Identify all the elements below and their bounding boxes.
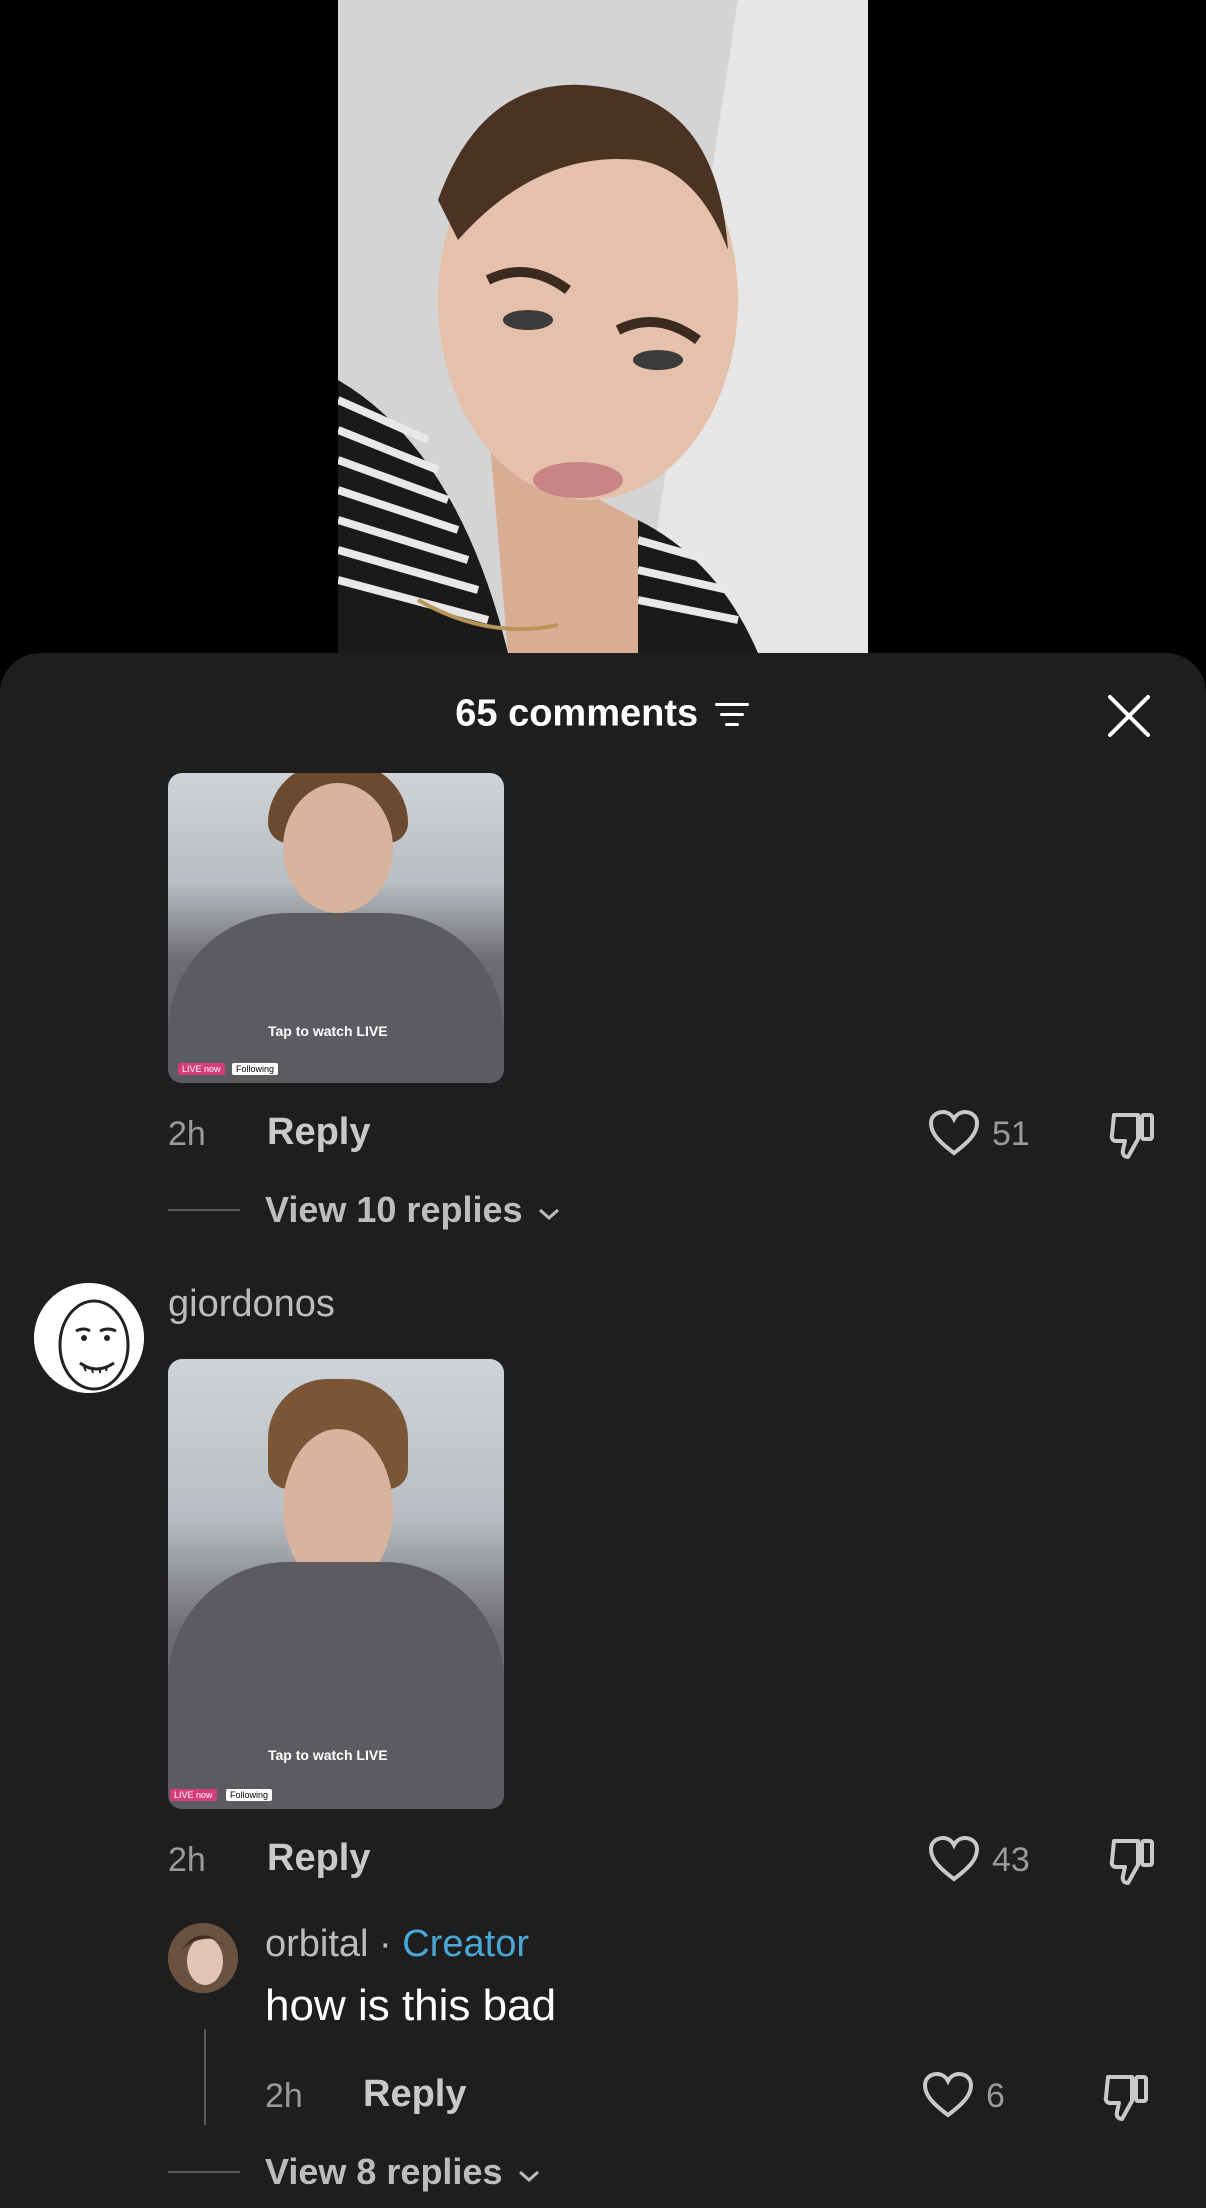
dislike-icon[interactable] [1102, 2071, 1152, 2128]
replies-divider-line [168, 1209, 240, 1211]
view-replies-button[interactable]: View 10 replies [265, 1189, 561, 1231]
reply-button[interactable]: Reply [267, 1837, 370, 1880]
live-now-badge: LIVE now [178, 1063, 225, 1075]
thread-line [204, 2029, 206, 2125]
reply-username-row: orbital · Creator [265, 1923, 529, 1966]
video-preview[interactable] [338, 0, 868, 653]
heart-icon[interactable] [922, 2071, 974, 2124]
like-count: 43 [992, 1841, 1030, 1879]
heart-icon[interactable] [928, 1835, 980, 1888]
dislike-icon[interactable] [1108, 1835, 1158, 1892]
following-badge: Following [226, 1789, 273, 1801]
comment-live-thumbnail[interactable]: Tap to watch LIVE LIVE now Following [168, 773, 504, 1083]
reply-username[interactable]: orbital [265, 1923, 369, 1965]
creator-badge: Creator [402, 1923, 529, 1965]
thumbnail-shirt [168, 912, 504, 1083]
tap-to-watch-live-text: Tap to watch LIVE [268, 1747, 388, 1763]
view-replies-label: View 10 replies [265, 1189, 523, 1230]
video-frame-image [338, 0, 868, 653]
username-separator: · [368, 1923, 403, 1965]
comments-header: 65 comments [0, 653, 1206, 773]
chevron-down-icon [538, 1208, 559, 1221]
chevron-down-icon [518, 2170, 539, 2183]
comments-count-title: 65 comments [455, 692, 699, 735]
close-icon[interactable] [1106, 693, 1152, 739]
reply-button[interactable]: Reply [267, 1111, 370, 1154]
reply-text: how is this bad [265, 1981, 557, 2030]
like-count: 51 [992, 1115, 1030, 1153]
dislike-icon[interactable] [1108, 1109, 1158, 1166]
replies-divider-line [168, 2171, 240, 2173]
reply-button[interactable]: Reply [363, 2073, 466, 2116]
thumbnail-shirt [168, 1561, 504, 1809]
following-badge: Following [232, 1063, 279, 1075]
sort-filter-icon[interactable] [709, 692, 751, 734]
comment-timestamp: 2h [168, 1841, 206, 1879]
comments-sheet: 65 comments Tap to watch LIVE LIVE now F… [0, 653, 1206, 2208]
view-replies-label: View 8 replies [265, 2151, 503, 2192]
avatar[interactable] [168, 1923, 238, 1993]
comment-username[interactable]: giordonos [168, 1283, 335, 1326]
comments-title-row[interactable]: 65 comments [0, 691, 1206, 735]
reply-timestamp: 2h [265, 2077, 303, 2115]
avatar[interactable] [34, 1283, 144, 1393]
comment-timestamp: 2h [168, 1115, 206, 1153]
heart-icon[interactable] [928, 1109, 980, 1162]
tap-to-watch-live-text: Tap to watch LIVE [268, 1023, 388, 1039]
like-count: 6 [986, 2077, 1005, 2115]
thumbnail-face [283, 783, 393, 913]
live-now-badge: LIVE now [170, 1789, 217, 1801]
comment-live-thumbnail[interactable]: Tap to watch LIVE LIVE now Following [168, 1359, 504, 1809]
view-replies-button[interactable]: View 8 replies [265, 2151, 541, 2193]
